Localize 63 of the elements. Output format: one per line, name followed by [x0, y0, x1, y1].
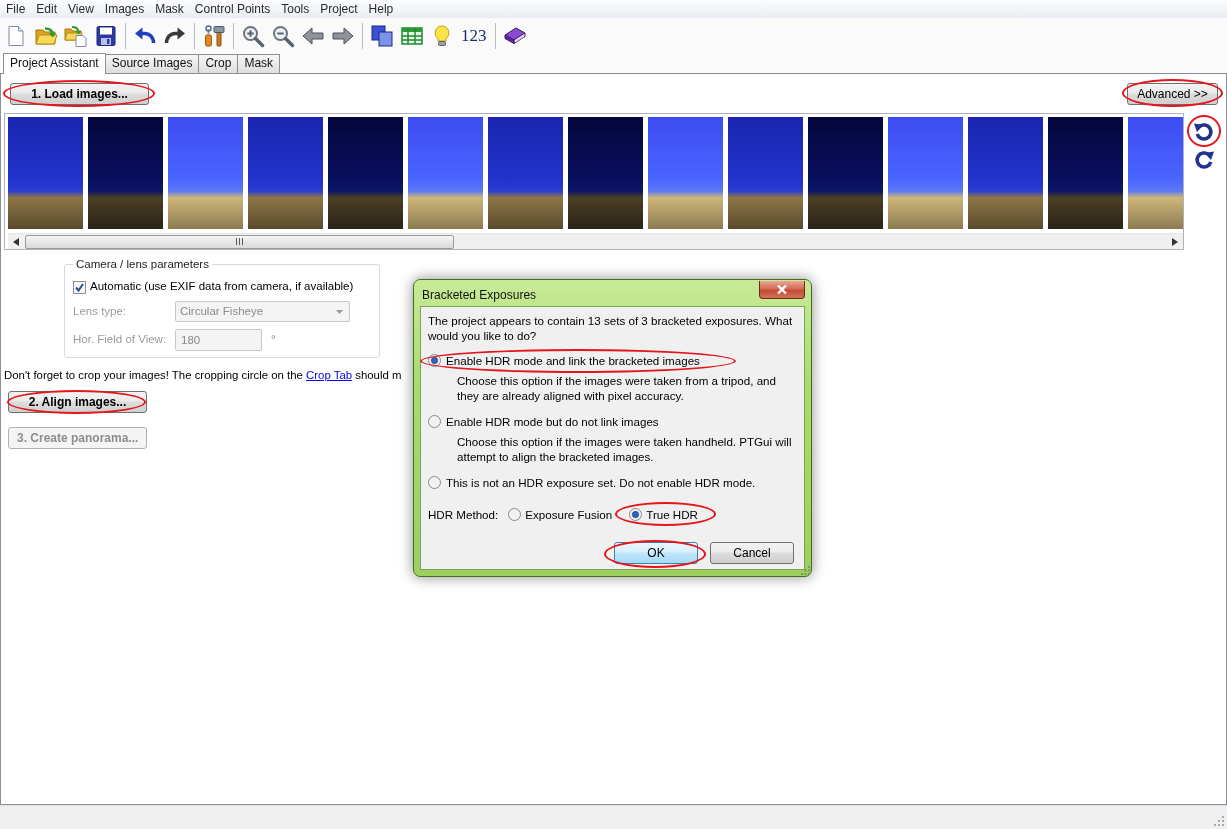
load-images-button[interactable]: 1. Load images... — [10, 83, 149, 105]
dialog-button[interactable]: Cancel — [710, 542, 794, 564]
advanced-button[interactable]: Advanced >> — [1127, 83, 1218, 105]
close-button[interactable] — [759, 281, 805, 299]
menu-item[interactable]: Edit — [30, 0, 63, 18]
radio-label: Enable HDR mode but do not link images — [446, 413, 659, 429]
menu-item[interactable]: Mask — [149, 0, 189, 18]
zoom-in-icon[interactable] — [241, 24, 265, 48]
folder-page-icon[interactable] — [64, 24, 88, 48]
zoom-out-icon[interactable] — [271, 24, 295, 48]
group-title: Camera / lens parameters — [75, 257, 210, 272]
menu-item[interactable]: File — [0, 0, 31, 18]
menu-item[interactable]: View — [62, 0, 99, 18]
scroll-right-icon[interactable] — [1171, 237, 1178, 246]
radio-button[interactable] — [428, 414, 441, 428]
close-icon — [777, 285, 787, 294]
scrollbar-track[interactable] — [8, 233, 1183, 249]
radio-button[interactable] — [508, 507, 522, 521]
caret-icon — [336, 309, 343, 314]
tab[interactable]: Crop — [198, 54, 239, 73]
tools-icon[interactable] — [202, 24, 226, 48]
scroll-left-icon[interactable] — [13, 237, 20, 246]
overlapping-squares-icon[interactable] — [370, 24, 394, 48]
method-label: HDR Method: — [428, 506, 499, 522]
menu-item[interactable]: Project — [314, 0, 363, 18]
radio-button[interactable] — [428, 475, 441, 489]
checkbox[interactable] — [73, 280, 86, 294]
crop-reminder-text: Don't forget to crop your images! The cropping circle on the Crop Tab should m — [4, 368, 402, 383]
radio-button[interactable] — [428, 353, 441, 367]
radio-label: True HDR — [646, 506, 698, 522]
option-description: Choose this option if the images were taken handheld. PTGui will attempt to align the bracketed images. — [456, 434, 793, 464]
resize-grip-icon[interactable] — [801, 566, 810, 575]
tab[interactable]: Mask — [237, 54, 281, 73]
menu-item[interactable]: Images — [98, 0, 150, 18]
unit-label: ° — [271, 332, 276, 348]
step-button[interactable]: 2. Align images... — [8, 391, 147, 413]
tab[interactable]: Source Images — [104, 54, 200, 73]
dialog-button[interactable]: OK — [614, 542, 698, 564]
field-label: Hor. Field of View: — [73, 332, 168, 348]
menu-item[interactable]: Tools — [275, 0, 315, 18]
step-button: 3. Create panorama... — [8, 427, 147, 449]
left-arrow-icon[interactable] — [301, 24, 325, 48]
menu-item[interactable]: Help — [362, 0, 399, 18]
dialog-message: The project appears to contain 13 sets of 3 bracketed exposures. What would you like to do? — [428, 313, 794, 343]
checkbox-label: Automatic (use EXIF data from camera, if available) — [90, 279, 354, 295]
radio-label: Enable HDR mode and link the bracketed images — [446, 352, 700, 368]
radio-label: Exposure Fusion — [525, 506, 613, 522]
option-description: Choose this option if the images were taken from a tripod, and they are already aligned with pixel accuracy. — [456, 373, 777, 403]
right-arrow-icon[interactable] — [331, 24, 355, 48]
menu-item[interactable]: Control Points — [188, 0, 276, 18]
table-icon[interactable] — [400, 24, 424, 48]
open-folder-icon[interactable] — [34, 24, 58, 48]
radio-label: This is not an HDR exposure set. Do not enable HDR mode. — [446, 474, 756, 490]
tab[interactable]: Project Assistant — [3, 53, 106, 74]
scrollbar-thumb[interactable] — [25, 234, 454, 249]
radio-button[interactable] — [629, 507, 643, 521]
grip-icon — [236, 238, 243, 245]
crop-tab-link[interactable]: Crop Tab — [306, 369, 353, 381]
field-label: Lens type: — [73, 303, 128, 319]
numbers-button[interactable]: 123 — [461, 24, 487, 48]
save-icon[interactable] — [94, 24, 118, 48]
resize-grip-icon[interactable] — [1214, 816, 1225, 827]
dialog-title: Bracketed Exposures — [422, 287, 537, 304]
